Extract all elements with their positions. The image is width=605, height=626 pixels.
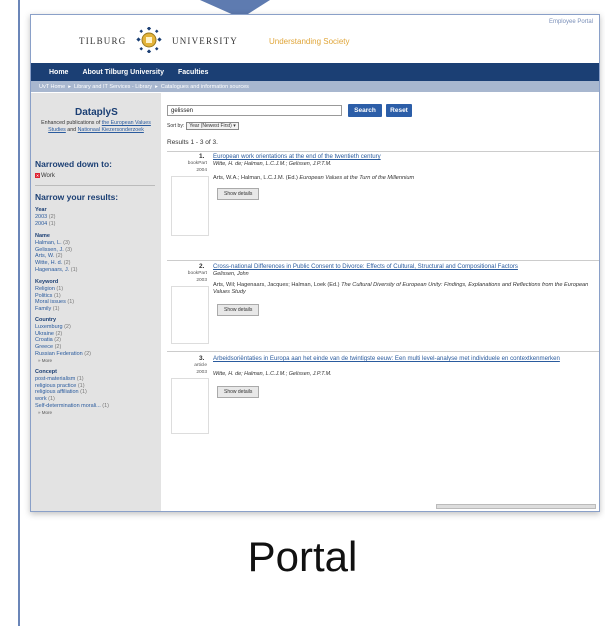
nav-faculties[interactable]: Faculties	[178, 69, 208, 76]
result-thumbnail	[171, 378, 209, 434]
result-type: article	[194, 363, 207, 368]
search-input[interactable]: gelissen	[167, 105, 342, 116]
logo-text-university: UNIVERSITY	[172, 36, 238, 46]
dataplus-description: Enhanced publications of the European Va…	[33, 120, 159, 134]
facet-item[interactable]: Religion (1)	[35, 286, 74, 293]
nav-about[interactable]: About Tilburg University	[82, 69, 164, 76]
logo-text-tilburg: TILBURG	[79, 36, 127, 46]
facet-item[interactable]: Croatia (2)	[35, 337, 91, 344]
more-link[interactable]: » More	[35, 358, 91, 365]
result-title-link[interactable]: Arbeidsoriëntaties in Europa aan het ein…	[213, 355, 597, 362]
facet-item[interactable]: Greece (2)	[35, 344, 91, 351]
result-year: 2004	[196, 168, 207, 173]
breadcrumb: UvT Home ▸ Library and IT Services - Lib…	[31, 81, 599, 92]
facet-name: Name Halman, L. (3) Gelissen, J. (3) Art…	[35, 233, 78, 274]
facet-item[interactable]: Family (1)	[35, 306, 74, 313]
result-type: bookPart	[187, 271, 207, 276]
facet-heading: Year	[35, 207, 47, 213]
main-nav: Home About Tilburg University Faculties	[31, 63, 599, 81]
facet-item[interactable]: Ukraine (2)	[35, 331, 91, 338]
sort-select[interactable]: Year (Newest First) ▾	[186, 122, 239, 130]
facet-heading: Keyword	[35, 279, 59, 285]
facet-item[interactable]: 2003 (2)	[35, 214, 56, 221]
result-number: 1.	[199, 153, 205, 160]
university-seal-icon[interactable]	[135, 27, 163, 53]
facet-item[interactable]: Moral issues (1)	[35, 299, 74, 306]
nav-home[interactable]: Home	[49, 69, 68, 76]
breadcrumb-separator: ▸	[68, 83, 71, 90]
main-content: gelissen Search Reset Sort by: Year (Newe…	[167, 93, 599, 511]
desc-text: and	[65, 127, 78, 133]
result-number: 2.	[199, 263, 205, 270]
breadcrumb-uvt-home[interactable]: UvT Home	[39, 84, 65, 90]
sort-control: Sort by: Year (Newest First) ▾	[167, 122, 239, 130]
employee-portal-link[interactable]: Employee Portal	[549, 19, 593, 25]
sort-label: Sort by:	[167, 123, 185, 129]
facet-keyword: Keyword Religion (1) Politics (1) Moral …	[35, 279, 74, 313]
facet-item[interactable]: Self-determination morali... (1)	[35, 403, 109, 410]
facet-item[interactable]: 2004 (1)	[35, 221, 56, 228]
facet-item[interactable]: Gelissen, J. (3)	[35, 247, 78, 254]
narrowed-filter-work[interactable]: ✕ Work	[35, 173, 55, 179]
result-publication: Arts, W.A.; Halman, L.C.J.M. (Ed.) Europ…	[213, 175, 415, 181]
divider	[35, 185, 155, 186]
result-thumbnail	[171, 286, 209, 344]
slide-caption: Portal	[247, 533, 358, 580]
result-year: 2003	[196, 370, 207, 375]
desc-text: Enhanced publications of	[41, 120, 102, 126]
facet-item[interactable]: Halman, L. (3)	[35, 240, 78, 247]
facet-heading: Country	[35, 317, 57, 323]
show-details-button[interactable]: Show details	[217, 304, 260, 316]
site-header: TILBURG UNIVERSITY Understanding Society…	[31, 15, 599, 63]
facet-item[interactable]: religious practice (1)	[35, 383, 109, 390]
nko-link[interactable]: Nationaal Kiezersonderzoek	[78, 127, 144, 133]
facet-item[interactable]: work (1)	[35, 396, 109, 403]
result-authors: Witte, H. de; Halman, L.C.J.M.; Gelissen…	[213, 371, 332, 377]
horizontal-scrollbar[interactable]	[436, 504, 596, 509]
result-publication: Arts, Wil; Hagenaars, Jacques; Halman, L…	[213, 282, 589, 295]
sidebar: DataplуS Enhanced publications of the Eu…	[31, 93, 161, 511]
divider	[167, 351, 599, 352]
show-details-button[interactable]: Show details	[217, 386, 260, 398]
facet-country: Country Luxemburg (2) Ukraine (2) Croati…	[35, 317, 91, 365]
facet-year: Year 2003 (2) 2004 (1)	[35, 207, 56, 227]
result-type: bookPart	[187, 161, 207, 166]
facet-concept: Concept post-materialism (1) religious p…	[35, 369, 109, 417]
facet-item[interactable]: Witte, H. d. (2)	[35, 260, 78, 267]
facet-item[interactable]: Arts, W. (2)	[35, 253, 78, 260]
result-number: 3.	[199, 355, 205, 362]
divider	[167, 151, 599, 152]
facet-item[interactable]: Hagenaars, J. (1)	[35, 267, 78, 274]
narrow-heading: Narrow your results:	[35, 192, 119, 202]
facet-item[interactable]: post-materialism (1)	[35, 376, 109, 383]
result-thumbnail	[171, 176, 209, 236]
more-link[interactable]: » More	[35, 410, 109, 417]
result-authors: Gelissen, John	[213, 271, 249, 277]
sort-select-value: Year (Newest First)	[189, 123, 232, 129]
dataplus-title: DataplуS	[75, 107, 118, 118]
result-authors: Witte, H. de; Halman, L.C.J.M.; Gelissen…	[213, 161, 332, 167]
breadcrumb-separator: ▸	[155, 83, 158, 90]
facet-item[interactable]: Luxemburg (2)	[35, 324, 91, 331]
result-year: 2003	[196, 278, 207, 283]
facet-item[interactable]: Politics (1)	[35, 293, 74, 300]
divider	[167, 260, 599, 261]
reset-button[interactable]: Reset	[386, 104, 412, 117]
facet-heading: Name	[35, 233, 50, 239]
facet-item[interactable]: Russian Federation (2)	[35, 351, 91, 358]
results-count: Results 1 - 3 of 3.	[167, 139, 218, 146]
screenshot-window: TILBURG UNIVERSITY Understanding Society…	[30, 14, 600, 512]
facet-heading: Concept	[35, 369, 57, 375]
show-details-button[interactable]: Show details	[217, 188, 260, 200]
narrowed-heading: Narrowed down to:	[35, 159, 112, 169]
search-button[interactable]: Search	[348, 104, 382, 117]
breadcrumb-library[interactable]: Library and IT Services - Library	[74, 84, 152, 90]
breadcrumb-catalogues[interactable]: Catalogues and information sources	[161, 84, 249, 90]
filter-label: Work	[41, 173, 55, 180]
remove-filter-icon[interactable]: ✕	[35, 173, 40, 178]
result-title-link[interactable]: European work orientations at the end of…	[213, 153, 597, 160]
facet-item[interactable]: religious affiliation (1)	[35, 389, 109, 396]
tagline: Understanding Society	[269, 37, 350, 46]
result-title-link[interactable]: Cross-national Differences in Public Con…	[213, 263, 597, 270]
